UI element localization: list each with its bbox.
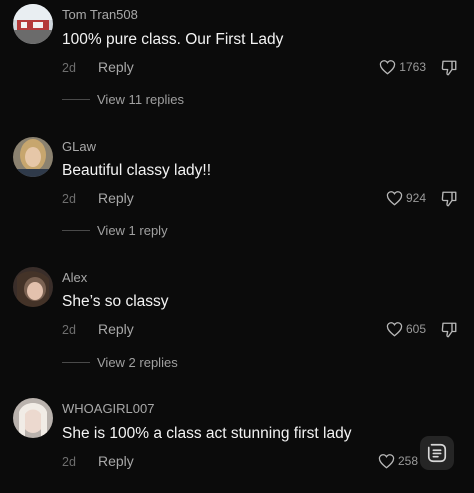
comment-text: She’s so classy [62,293,169,310]
reply-button[interactable]: Reply [98,453,134,469]
avatar[interactable] [13,398,53,438]
comment-timestamp: 2d [62,323,76,337]
divider-line [62,362,90,363]
comment-timestamp: 2d [62,192,76,206]
like-button[interactable]: 924 [386,190,426,206]
like-count: 1763 [399,60,426,74]
list-menu-button[interactable] [420,436,454,470]
comment-text: She is 100% a class act stunning first l… [62,425,352,442]
view-replies-label: View 11 replies [97,92,184,107]
avatar[interactable] [13,137,53,177]
heart-icon [386,191,403,206]
comment-text: Beautiful classy lady!! [62,162,212,179]
divider-line [62,230,90,231]
comment-username[interactable]: WHOAGIRL007 [62,401,154,416]
reply-button[interactable]: Reply [98,190,134,206]
view-replies-label: View 1 reply [97,223,168,238]
like-button[interactable]: 605 [386,321,426,337]
comment-username[interactable]: Alex [62,270,87,285]
view-replies-button[interactable]: View 1 reply [62,223,168,238]
heart-icon [378,454,395,469]
view-replies-label: View 2 replies [97,355,178,370]
comment-username[interactable]: Tom Tran508 [62,7,138,22]
comment-timestamp: 2d [62,455,76,469]
thumbs-down-icon[interactable] [440,321,458,339]
like-button[interactable]: 1763 [379,59,426,75]
view-replies-button[interactable]: View 11 replies [62,92,184,107]
reply-button[interactable]: Reply [98,321,134,337]
view-replies-button[interactable]: View 2 replies [62,355,178,370]
heart-icon [380,60,396,75]
comment-username[interactable]: GLaw [62,139,96,154]
like-button[interactable]: 258 [378,453,418,469]
comment-text: 100% pure class. Our First Lady [62,31,284,48]
divider-line [62,99,90,100]
list-menu-icon [427,443,447,463]
avatar[interactable] [13,267,53,307]
like-count: 924 [405,191,426,205]
comment-timestamp: 2d [62,61,76,75]
like-count: 258 [397,454,418,468]
thumbs-down-icon[interactable] [440,190,458,208]
avatar[interactable] [13,4,53,44]
reply-button[interactable]: Reply [98,59,134,75]
like-count: 605 [405,322,426,336]
heart-icon [386,322,403,337]
thumbs-down-icon[interactable] [440,59,458,77]
